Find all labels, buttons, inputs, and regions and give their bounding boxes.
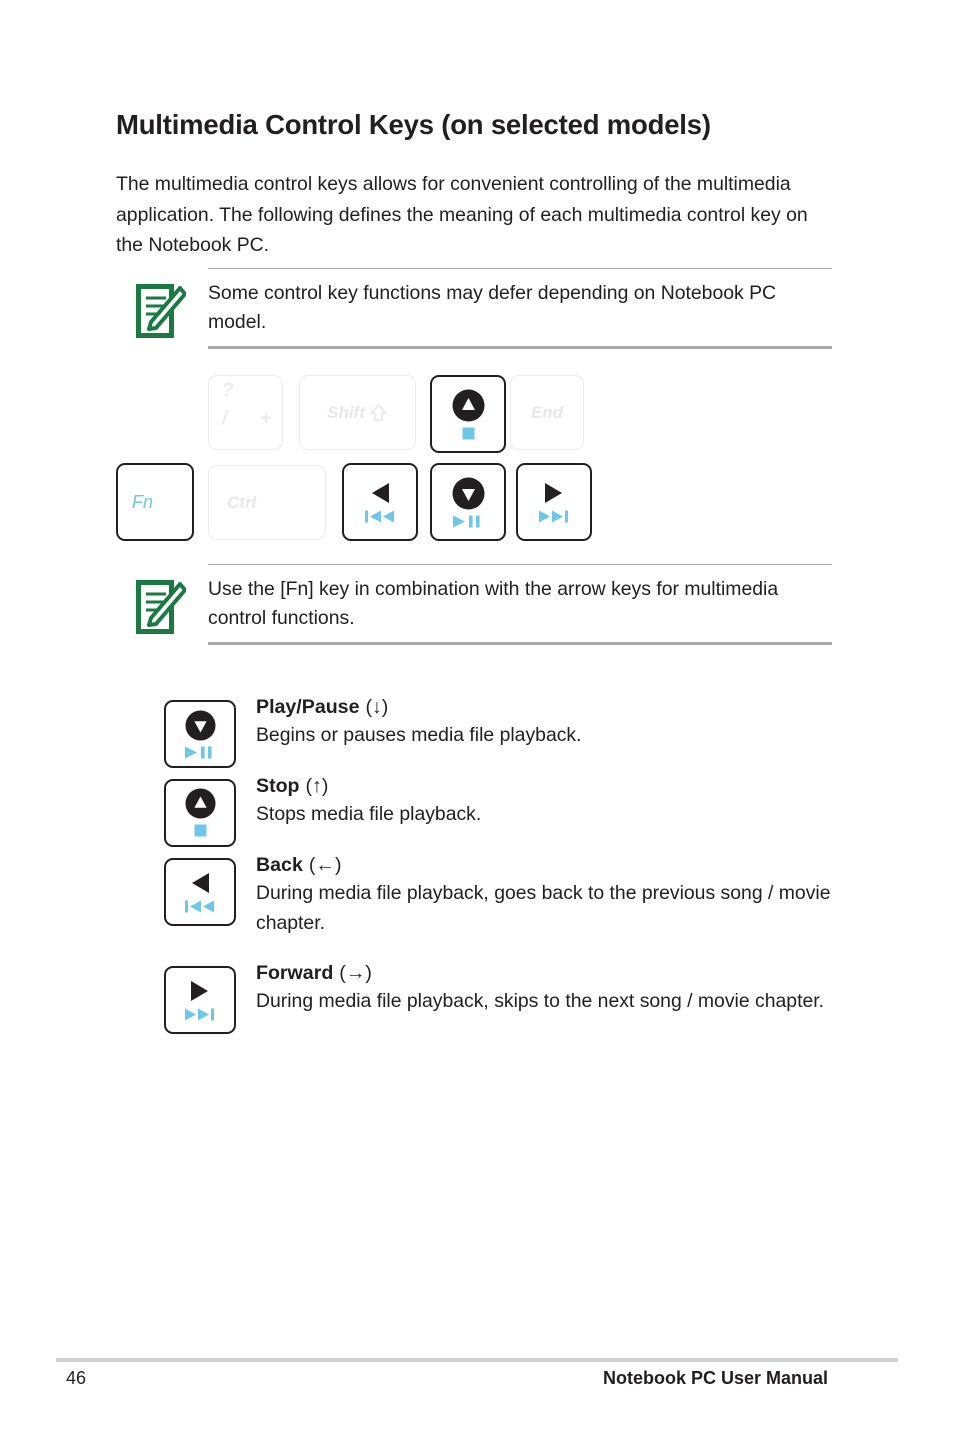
- description-body: Stop (↑) Stops media file playback.: [256, 773, 864, 830]
- note-pencil-icon: [136, 580, 187, 634]
- shift-arrow-icon: [369, 403, 388, 422]
- key-description-list: Play/Pause (↓) Begins or pauses media fil…: [164, 694, 864, 1034]
- note-body-1: Some control key functions may defer dep…: [208, 268, 832, 349]
- description-title-arrow: (↓): [365, 696, 389, 718]
- note-rule-bottom: [208, 642, 832, 645]
- description-body: Forward (→) During media file playback, s…: [256, 960, 864, 1017]
- description-title-arrow: (←): [308, 854, 342, 876]
- end-key[interactable]: End: [510, 375, 584, 450]
- up-triangle-in-circle-icon: [184, 788, 216, 819]
- intro-paragraph: The multimedia control keys allows for c…: [116, 173, 808, 257]
- next-track-icon: [539, 510, 569, 523]
- slash-glyph: /: [222, 408, 228, 429]
- note-pencil-icon: [136, 284, 187, 338]
- description-body: Play/Pause (↓) Begins or pauses media fil…: [256, 694, 864, 751]
- footer-divider: [56, 1358, 898, 1362]
- description-title-arrow: (→): [339, 962, 372, 984]
- description-title: Play/Pause (↓): [256, 694, 864, 721]
- back-key-icon[interactable]: [164, 858, 236, 926]
- up-triangle-in-circle-icon: [452, 389, 485, 422]
- previous-track-icon: [365, 510, 395, 523]
- ctrl-key[interactable]: Ctrl: [208, 465, 326, 540]
- manual-title: Notebook PC User Manual: [602, 1368, 828, 1388]
- description-text: Begins or pauses media file playback.: [256, 724, 582, 746]
- forward-key-icon[interactable]: [164, 966, 236, 1034]
- stop-square-icon: [462, 427, 475, 440]
- stop-square-icon: [194, 824, 207, 837]
- shift-key-label: Shift: [327, 402, 365, 422]
- description-title-bold: Play/Pause: [256, 696, 360, 718]
- ctrl-key-label: Ctrl: [227, 492, 257, 512]
- note-text: Use the [Fn] key in combination with the…: [208, 578, 779, 629]
- keyboard-diagram: ? / + Shift End Fn Ctrl: [116, 375, 592, 541]
- forward-right-key[interactable]: [516, 463, 592, 541]
- plus-glyph: +: [260, 408, 272, 429]
- play-pause-down-key[interactable]: [430, 463, 506, 541]
- stop-up-key[interactable]: [430, 375, 506, 453]
- shift-key[interactable]: Shift: [299, 375, 416, 450]
- question-slash-key[interactable]: ? / +: [208, 375, 283, 450]
- description-title-bold: Forward: [256, 962, 334, 984]
- description-title-bold: Stop: [256, 774, 300, 797]
- note-body-2: Use the [Fn] key in combination with the…: [208, 564, 832, 645]
- description-title: Stop (↑): [256, 773, 864, 800]
- down-triangle-in-circle-icon: [452, 477, 485, 510]
- note-rule-bottom: [208, 346, 832, 349]
- description-title-arrow: (↑): [305, 774, 329, 797]
- list-item: Back (←) During media file playback, goes…: [164, 852, 864, 938]
- manual-page: Multimedia Control Keys (on selected mod…: [0, 0, 954, 1438]
- play-pause-key-icon[interactable]: [164, 700, 236, 768]
- page-number: 46: [66, 1368, 87, 1388]
- down-triangle-in-circle-icon: [184, 709, 216, 741]
- back-left-key[interactable]: [342, 463, 418, 541]
- list-item: Play/Pause (↓) Begins or pauses media fil…: [164, 694, 864, 768]
- stop-key-icon[interactable]: [164, 778, 236, 847]
- fn-key-label: Fn: [132, 491, 154, 512]
- play-pause-icon: [185, 746, 215, 759]
- list-item: Forward (→) During media file playback, s…: [164, 960, 864, 1034]
- left-triangle-icon: [189, 871, 211, 895]
- left-triangle-icon: [369, 481, 391, 505]
- description-title-bold: Back: [256, 854, 303, 876]
- next-track-icon: [185, 1008, 215, 1021]
- description-title: Forward (→): [256, 960, 864, 987]
- end-key-label: End: [530, 402, 564, 422]
- description-text: Stops media file playback.: [256, 802, 482, 825]
- question-mark-glyph: ?: [222, 380, 234, 401]
- description-text: During media file playback, goes back to…: [256, 882, 831, 934]
- description-text: During media file playback, skips to the…: [256, 990, 825, 1012]
- note-text: Some control key functions may defer dep…: [208, 282, 777, 333]
- right-triangle-icon: [543, 481, 565, 505]
- fn-key[interactable]: Fn: [116, 463, 194, 541]
- page-title: Multimedia Control Keys (on selected mod…: [116, 109, 711, 140]
- list-item: Stop (↑) Stops media file playback.: [164, 773, 864, 847]
- previous-track-icon: [185, 900, 215, 913]
- right-triangle-icon: [189, 979, 211, 1003]
- play-pause-icon: [453, 515, 483, 528]
- description-body: Back (←) During media file playback, goes…: [256, 852, 864, 938]
- description-title: Back (←): [256, 852, 864, 879]
